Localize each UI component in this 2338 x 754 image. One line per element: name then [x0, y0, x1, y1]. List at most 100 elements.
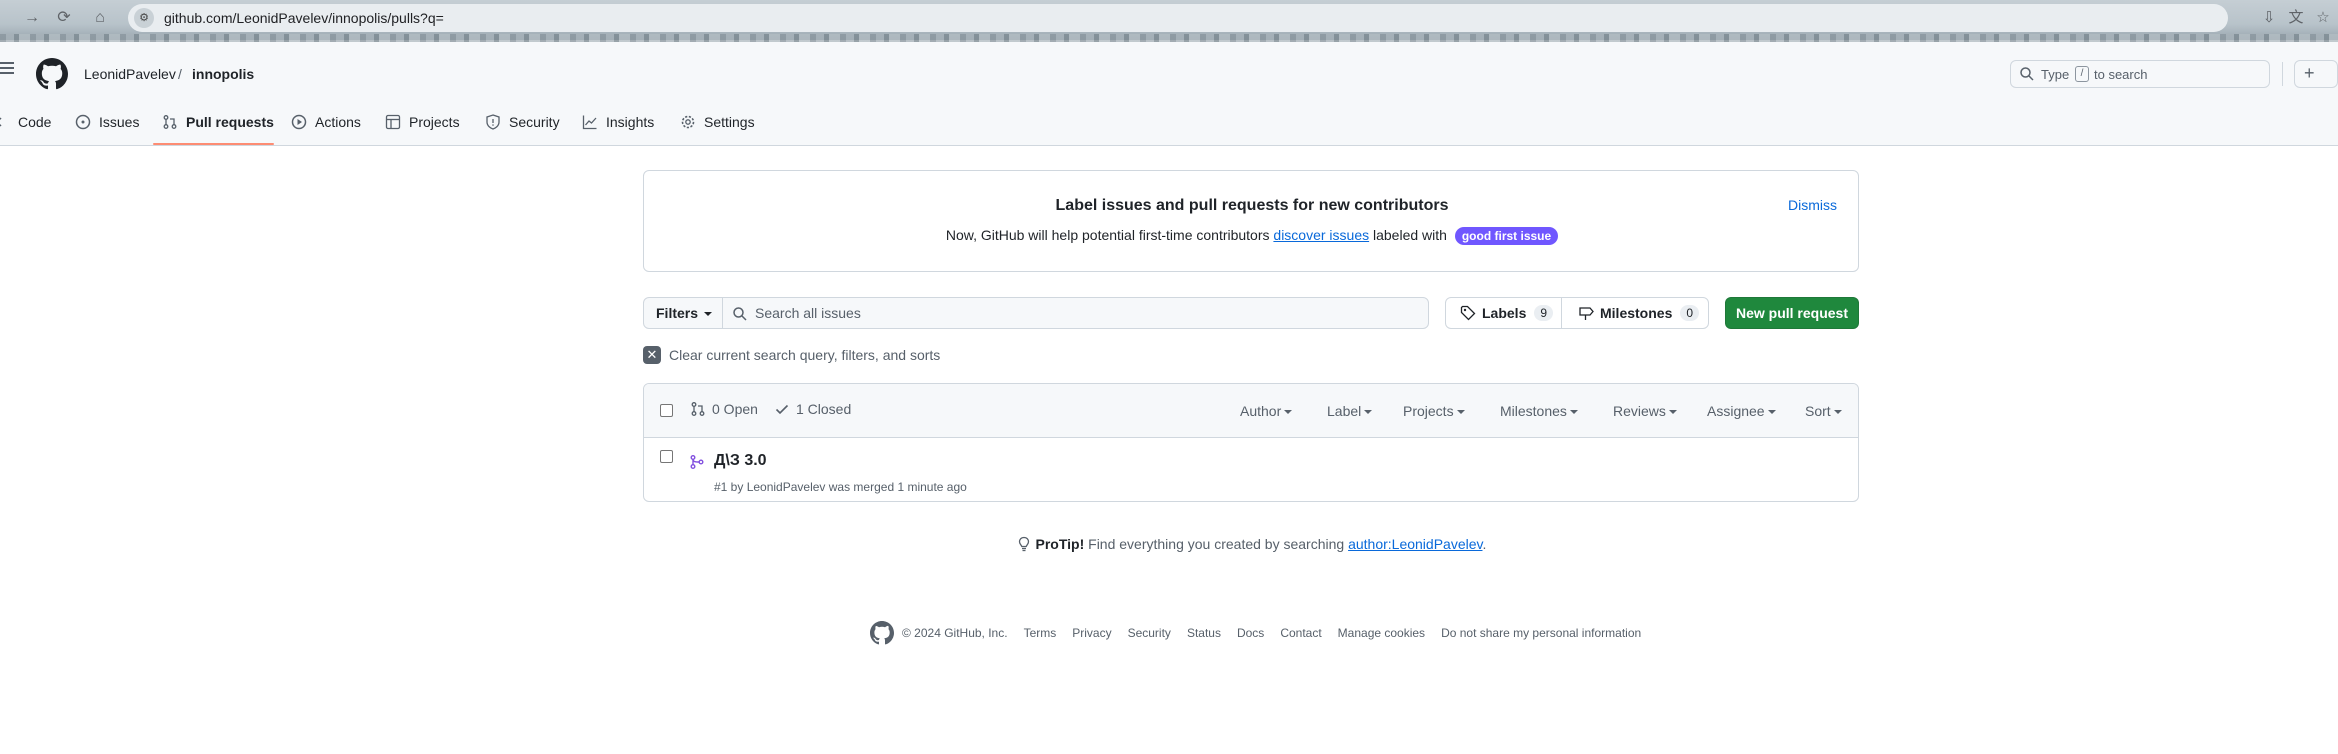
light-bulb-icon	[1018, 536, 1029, 552]
protip: ProTip! Find everything you created by s…	[0, 536, 2338, 552]
git-pull-request-icon	[691, 402, 705, 416]
milestones-count: 0	[1680, 305, 1700, 321]
forward-icon[interactable]: →	[20, 6, 44, 30]
header-divider	[2282, 62, 2283, 86]
chevron-down-icon	[1364, 410, 1373, 415]
author-search-link[interactable]: author:LeonidPavelev	[1348, 536, 1482, 552]
open-filter[interactable]: 0 Open	[690, 401, 758, 417]
tab-security[interactable]: Security	[485, 110, 560, 134]
projects-filter-label: Projects	[1403, 403, 1454, 419]
milestones-label: Milestones	[1600, 305, 1673, 321]
filters-dropdown-button[interactable]: Filters	[643, 297, 723, 329]
reviews-filter[interactable]: Reviews	[1613, 403, 1677, 419]
select-all-checkbox[interactable]	[660, 404, 673, 417]
milestones-filter[interactable]: Milestones	[1500, 403, 1578, 419]
close-icon: ✕	[643, 346, 661, 364]
footer-link-security[interactable]: Security	[1128, 626, 1171, 640]
github-logo-icon[interactable]	[36, 58, 68, 90]
tab-projects[interactable]: Projects	[385, 110, 460, 134]
closed-filter[interactable]: 1 Closed	[774, 401, 851, 417]
tab-label: Projects	[409, 114, 460, 130]
git-merge-icon	[690, 455, 704, 469]
footer-copyright: © 2024 GitHub, Inc.	[902, 626, 1008, 640]
git-pull-request-icon	[163, 115, 177, 129]
discover-issues-link[interactable]: discover issues	[1273, 227, 1369, 243]
issue-search-input[interactable]	[755, 303, 1415, 323]
search-shortcut-key: /	[2075, 66, 2089, 82]
tab-label: Insights	[606, 114, 655, 130]
milestones-filter-label: Milestones	[1500, 403, 1567, 419]
chevron-down-icon	[1456, 410, 1465, 415]
translate-icon[interactable]: 文	[2285, 7, 2307, 29]
labels-count: 9	[1534, 305, 1554, 321]
pull-request-title-link[interactable]: Д\З 3.0	[714, 452, 767, 470]
tab-code[interactable]: Code	[0, 110, 51, 134]
reviews-filter-label: Reviews	[1613, 403, 1666, 419]
protip-end: .	[1482, 536, 1487, 552]
tab-settings[interactable]: Settings	[680, 110, 755, 134]
milestone-icon	[1579, 307, 1594, 320]
site-info-icon[interactable]: ⚙	[134, 8, 154, 28]
tab-label: Pull requests	[186, 114, 274, 130]
sort-filter[interactable]: Sort	[1805, 403, 1842, 419]
footer-link-docs[interactable]: Docs	[1237, 626, 1264, 640]
row-checkbox[interactable]	[660, 450, 673, 463]
footer-link-privacy[interactable]: Privacy	[1072, 626, 1111, 640]
bookmark-star-icon[interactable]: ☆	[2312, 7, 2334, 29]
footer-link-status[interactable]: Status	[1187, 626, 1221, 640]
code-icon	[0, 117, 2, 127]
label-filter[interactable]: Label	[1327, 403, 1373, 419]
author-filter[interactable]: Author	[1240, 403, 1293, 419]
protip-bold: ProTip!	[1035, 536, 1085, 552]
page-footer: © 2024 GitHub, Inc. Terms Privacy Securi…	[870, 621, 1641, 645]
tab-issues[interactable]: Issues	[75, 110, 139, 134]
hamburger-menu-icon[interactable]	[0, 62, 14, 74]
assignee-filter[interactable]: Assignee	[1707, 403, 1776, 419]
labels-label: Labels	[1482, 305, 1527, 321]
repo-owner-link[interactable]: LeonidPavelev	[84, 66, 176, 82]
search-hint-suffix: to search	[2094, 67, 2148, 82]
projects-filter[interactable]: Projects	[1403, 403, 1465, 419]
labels-button[interactable]: Labels 9	[1445, 297, 1562, 329]
footer-link-contact[interactable]: Contact	[1280, 626, 1321, 640]
new-pull-request-button[interactable]: New pull request	[1725, 297, 1859, 329]
table-icon	[385, 114, 401, 130]
address-bar[interactable]: ⚙ github.com/LeonidPavelev/innopolis/pul…	[128, 4, 2228, 32]
dismiss-button[interactable]: Dismiss	[1788, 197, 1837, 213]
home-icon[interactable]: ⌂	[88, 6, 112, 30]
reload-icon[interactable]: ⟳	[52, 6, 76, 30]
protip-text: Find everything you created by searching	[1088, 536, 1345, 552]
play-icon	[291, 114, 307, 130]
pull-request-list: 0 Open 1 Closed Author Label Projects Mi…	[643, 383, 1859, 502]
author-filter-label: Author	[1240, 403, 1282, 419]
new-contributors-banner: Label issues and pull requests for new c…	[643, 170, 1859, 272]
banner-text-before: Now, GitHub will help potential first-ti…	[945, 227, 1270, 243]
search-icon	[733, 307, 747, 321]
search-icon	[2020, 67, 2034, 81]
chevron-down-icon	[704, 312, 713, 317]
chevron-down-icon	[1284, 410, 1293, 415]
tab-pull-requests[interactable]: Pull requests	[162, 110, 274, 134]
url-text: github.com/LeonidPavelev/innopolis/pulls…	[164, 10, 444, 26]
active-tab-indicator	[153, 143, 274, 145]
chevron-down-icon	[1668, 410, 1677, 415]
install-app-icon[interactable]: ⇩	[2258, 7, 2280, 29]
list-item: Д\З 3.0 #1 by LeonidPavelev was merged 1…	[644, 438, 1858, 501]
chevron-down-icon	[1767, 410, 1776, 415]
repo-name-link[interactable]: innopolis	[192, 66, 254, 82]
plus-icon: +	[2304, 63, 2315, 83]
footer-link-manage-cookies[interactable]: Manage cookies	[1338, 626, 1425, 640]
global-search-input[interactable]: Type / to search	[2010, 60, 2270, 88]
github-logo-icon[interactable]	[870, 621, 894, 645]
footer-link-do-not-share[interactable]: Do not share my personal information	[1441, 626, 1641, 640]
milestones-button[interactable]: Milestones 0	[1561, 297, 1709, 329]
tab-insights[interactable]: Insights	[582, 110, 654, 134]
tab-actions[interactable]: Actions	[291, 110, 361, 134]
footer-link-terms[interactable]: Terms	[1024, 626, 1057, 640]
issue-search-field[interactable]	[722, 297, 1429, 329]
clear-filters-link[interactable]: ✕ Clear current search query, filters, a…	[643, 346, 940, 364]
create-new-button[interactable]: +	[2294, 60, 2338, 88]
chevron-down-icon	[1833, 410, 1842, 415]
good-first-issue-label[interactable]: good first issue	[1454, 227, 1559, 245]
label-filter-label: Label	[1327, 403, 1362, 419]
